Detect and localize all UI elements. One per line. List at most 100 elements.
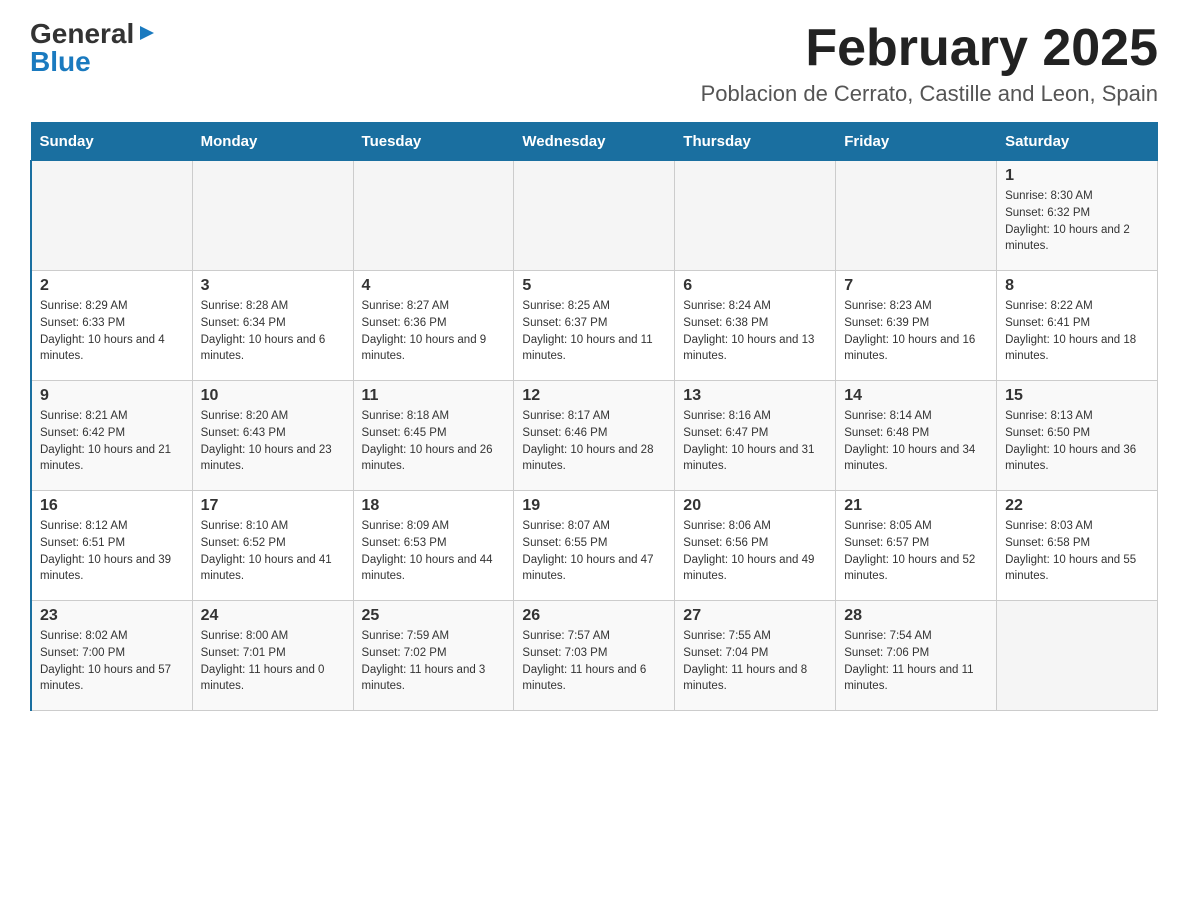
week-row-3: 9Sunrise: 8:21 AM Sunset: 6:42 PM Daylig…: [31, 381, 1158, 491]
day-info: Sunrise: 8:16 AM Sunset: 6:47 PM Dayligh…: [683, 408, 827, 475]
day-info: Sunrise: 8:10 AM Sunset: 6:52 PM Dayligh…: [201, 518, 345, 585]
header-friday: Friday: [836, 123, 997, 161]
day-number: 14: [844, 387, 988, 405]
week-row-1: 1Sunrise: 8:30 AM Sunset: 6:32 PM Daylig…: [31, 161, 1158, 271]
header-tuesday: Tuesday: [353, 123, 514, 161]
day-info: Sunrise: 8:27 AM Sunset: 6:36 PM Dayligh…: [362, 298, 506, 365]
day-number: 10: [201, 387, 345, 405]
calendar-cell: 6 Sunrise: 8:24 AM Sunset: 6:38 PM Daylig…: [675, 271, 836, 381]
day-number: 17: [201, 497, 345, 515]
logo-general: General: [30, 20, 134, 48]
day-number: 8: [1005, 277, 1149, 295]
header-monday: Monday: [192, 123, 353, 161]
day-info: Sunrise: 7:59 AM Sunset: 7:02 PM Dayligh…: [362, 628, 506, 695]
day-number: 6: [683, 277, 827, 295]
day-info: Sunrise: 8:09 AM Sunset: 6:53 PM Dayligh…: [362, 518, 506, 585]
day-number: 16: [40, 497, 184, 515]
day-number: 15: [1005, 387, 1149, 405]
calendar-cell: 19 Sunrise: 8:07 AM Sunset: 6:55 PM Dayli…: [514, 491, 675, 601]
day-number: 19: [522, 497, 666, 515]
day-info: Sunrise: 7:57 AM Sunset: 7:03 PM Dayligh…: [522, 628, 666, 695]
calendar-cell: 26Sunrise: 7:57 AM Sunset: 7:03 PM Dayli…: [514, 601, 675, 711]
calendar-cell: 11 Sunrise: 8:18 AM Sunset: 6:45 PM Dayli…: [353, 381, 514, 491]
calendar-cell: 15 Sunrise: 8:13 AM Sunset: 6:50 PM Dayli…: [997, 381, 1158, 491]
day-info: Sunrise: 8:24 AM Sunset: 6:38 PM Dayligh…: [683, 298, 827, 365]
calendar-cell: 12Sunrise: 8:17 AM Sunset: 6:46 PM Dayli…: [514, 381, 675, 491]
calendar-cell: 23 Sunrise: 8:02 AM Sunset: 7:00 PM Dayli…: [31, 601, 192, 711]
calendar-cell: [514, 161, 675, 271]
day-info: Sunrise: 8:07 AM Sunset: 6:55 PM Dayligh…: [522, 518, 666, 585]
header-sunday: Sunday: [31, 123, 192, 161]
calendar-cell: [31, 161, 192, 271]
header-wednesday: Wednesday: [514, 123, 675, 161]
week-row-2: 2Sunrise: 8:29 AM Sunset: 6:33 PM Daylig…: [31, 271, 1158, 381]
day-info: Sunrise: 8:20 AM Sunset: 6:43 PM Dayligh…: [201, 408, 345, 475]
day-info: Sunrise: 8:18 AM Sunset: 6:45 PM Dayligh…: [362, 408, 506, 475]
day-number: 20: [683, 497, 827, 515]
day-number: 18: [362, 497, 506, 515]
calendar-cell: 16 Sunrise: 8:12 AM Sunset: 6:51 PM Dayli…: [31, 491, 192, 601]
calendar-cell: 22Sunrise: 8:03 AM Sunset: 6:58 PM Dayli…: [997, 491, 1158, 601]
week-row-5: 23 Sunrise: 8:02 AM Sunset: 7:00 PM Dayli…: [31, 601, 1158, 711]
day-number: 22: [1005, 497, 1149, 515]
day-info: Sunrise: 8:00 AM Sunset: 7:01 PM Dayligh…: [201, 628, 345, 695]
calendar-cell: [836, 161, 997, 271]
day-info: Sunrise: 8:02 AM Sunset: 7:00 PM Dayligh…: [40, 628, 184, 695]
day-info: Sunrise: 8:25 AM Sunset: 6:37 PM Dayligh…: [522, 298, 666, 365]
day-info: Sunrise: 8:05 AM Sunset: 6:57 PM Dayligh…: [844, 518, 988, 585]
calendar-cell: [353, 161, 514, 271]
calendar-header: SundayMondayTuesdayWednesdayThursdayFrid…: [31, 123, 1158, 161]
page-header: General Blue February 2025 Poblacion de …: [30, 20, 1158, 107]
logo-blue: Blue: [30, 48, 91, 76]
calendar-cell: 18 Sunrise: 8:09 AM Sunset: 6:53 PM Dayli…: [353, 491, 514, 601]
day-info: Sunrise: 8:13 AM Sunset: 6:50 PM Dayligh…: [1005, 408, 1149, 475]
calendar-cell: 3 Sunrise: 8:28 AM Sunset: 6:34 PM Daylig…: [192, 271, 353, 381]
calendar-cell: 27 Sunrise: 7:55 AM Sunset: 7:04 PM Dayli…: [675, 601, 836, 711]
day-number: 13: [683, 387, 827, 405]
calendar-cell: 21 Sunrise: 8:05 AM Sunset: 6:57 PM Dayli…: [836, 491, 997, 601]
day-info: Sunrise: 8:12 AM Sunset: 6:51 PM Dayligh…: [40, 518, 184, 585]
calendar-cell: 8 Sunrise: 8:22 AM Sunset: 6:41 PM Daylig…: [997, 271, 1158, 381]
calendar-cell: 4Sunrise: 8:27 AM Sunset: 6:36 PM Daylig…: [353, 271, 514, 381]
header-saturday: Saturday: [997, 123, 1158, 161]
day-number: 3: [201, 277, 345, 295]
day-number: 11: [362, 387, 506, 405]
day-info: Sunrise: 8:22 AM Sunset: 6:41 PM Dayligh…: [1005, 298, 1149, 365]
day-info: Sunrise: 7:55 AM Sunset: 7:04 PM Dayligh…: [683, 628, 827, 695]
calendar-cell: [192, 161, 353, 271]
day-number: 21: [844, 497, 988, 515]
day-number: 7: [844, 277, 988, 295]
day-info: Sunrise: 8:14 AM Sunset: 6:48 PM Dayligh…: [844, 408, 988, 475]
week-row-4: 16 Sunrise: 8:12 AM Sunset: 6:51 PM Dayli…: [31, 491, 1158, 601]
calendar-cell: [997, 601, 1158, 711]
logo-arrow-icon: [136, 22, 158, 44]
page-subtitle: Poblacion de Cerrato, Castille and Leon,…: [701, 81, 1158, 107]
calendar-cell: 9Sunrise: 8:21 AM Sunset: 6:42 PM Daylig…: [31, 381, 192, 491]
day-number: 1: [1005, 167, 1149, 185]
page-title: February 2025: [701, 20, 1158, 77]
weekday-header-row: SundayMondayTuesdayWednesdayThursdayFrid…: [31, 123, 1158, 161]
calendar-cell: 13 Sunrise: 8:16 AM Sunset: 6:47 PM Dayli…: [675, 381, 836, 491]
header-thursday: Thursday: [675, 123, 836, 161]
day-number: 12: [522, 387, 666, 405]
day-number: 24: [201, 607, 345, 625]
day-info: Sunrise: 8:23 AM Sunset: 6:39 PM Dayligh…: [844, 298, 988, 365]
day-info: Sunrise: 8:28 AM Sunset: 6:34 PM Dayligh…: [201, 298, 345, 365]
day-number: 9: [40, 387, 184, 405]
day-number: 28: [844, 607, 988, 625]
day-info: Sunrise: 7:54 AM Sunset: 7:06 PM Dayligh…: [844, 628, 988, 695]
calendar-body: 1Sunrise: 8:30 AM Sunset: 6:32 PM Daylig…: [31, 161, 1158, 711]
calendar-cell: 28 Sunrise: 7:54 AM Sunset: 7:06 PM Dayli…: [836, 601, 997, 711]
calendar-cell: 24 Sunrise: 8:00 AM Sunset: 7:01 PM Dayli…: [192, 601, 353, 711]
calendar-cell: 2Sunrise: 8:29 AM Sunset: 6:33 PM Daylig…: [31, 271, 192, 381]
day-number: 27: [683, 607, 827, 625]
title-section: February 2025 Poblacion de Cerrato, Cast…: [701, 20, 1158, 107]
day-info: Sunrise: 8:06 AM Sunset: 6:56 PM Dayligh…: [683, 518, 827, 585]
calendar-cell: [675, 161, 836, 271]
day-number: 25: [362, 607, 506, 625]
calendar-cell: 10 Sunrise: 8:20 AM Sunset: 6:43 PM Dayli…: [192, 381, 353, 491]
calendar-cell: 20 Sunrise: 8:06 AM Sunset: 6:56 PM Dayli…: [675, 491, 836, 601]
calendar-cell: 5Sunrise: 8:25 AM Sunset: 6:37 PM Daylig…: [514, 271, 675, 381]
day-number: 23: [40, 607, 184, 625]
calendar-cell: 25 Sunrise: 7:59 AM Sunset: 7:02 PM Dayli…: [353, 601, 514, 711]
